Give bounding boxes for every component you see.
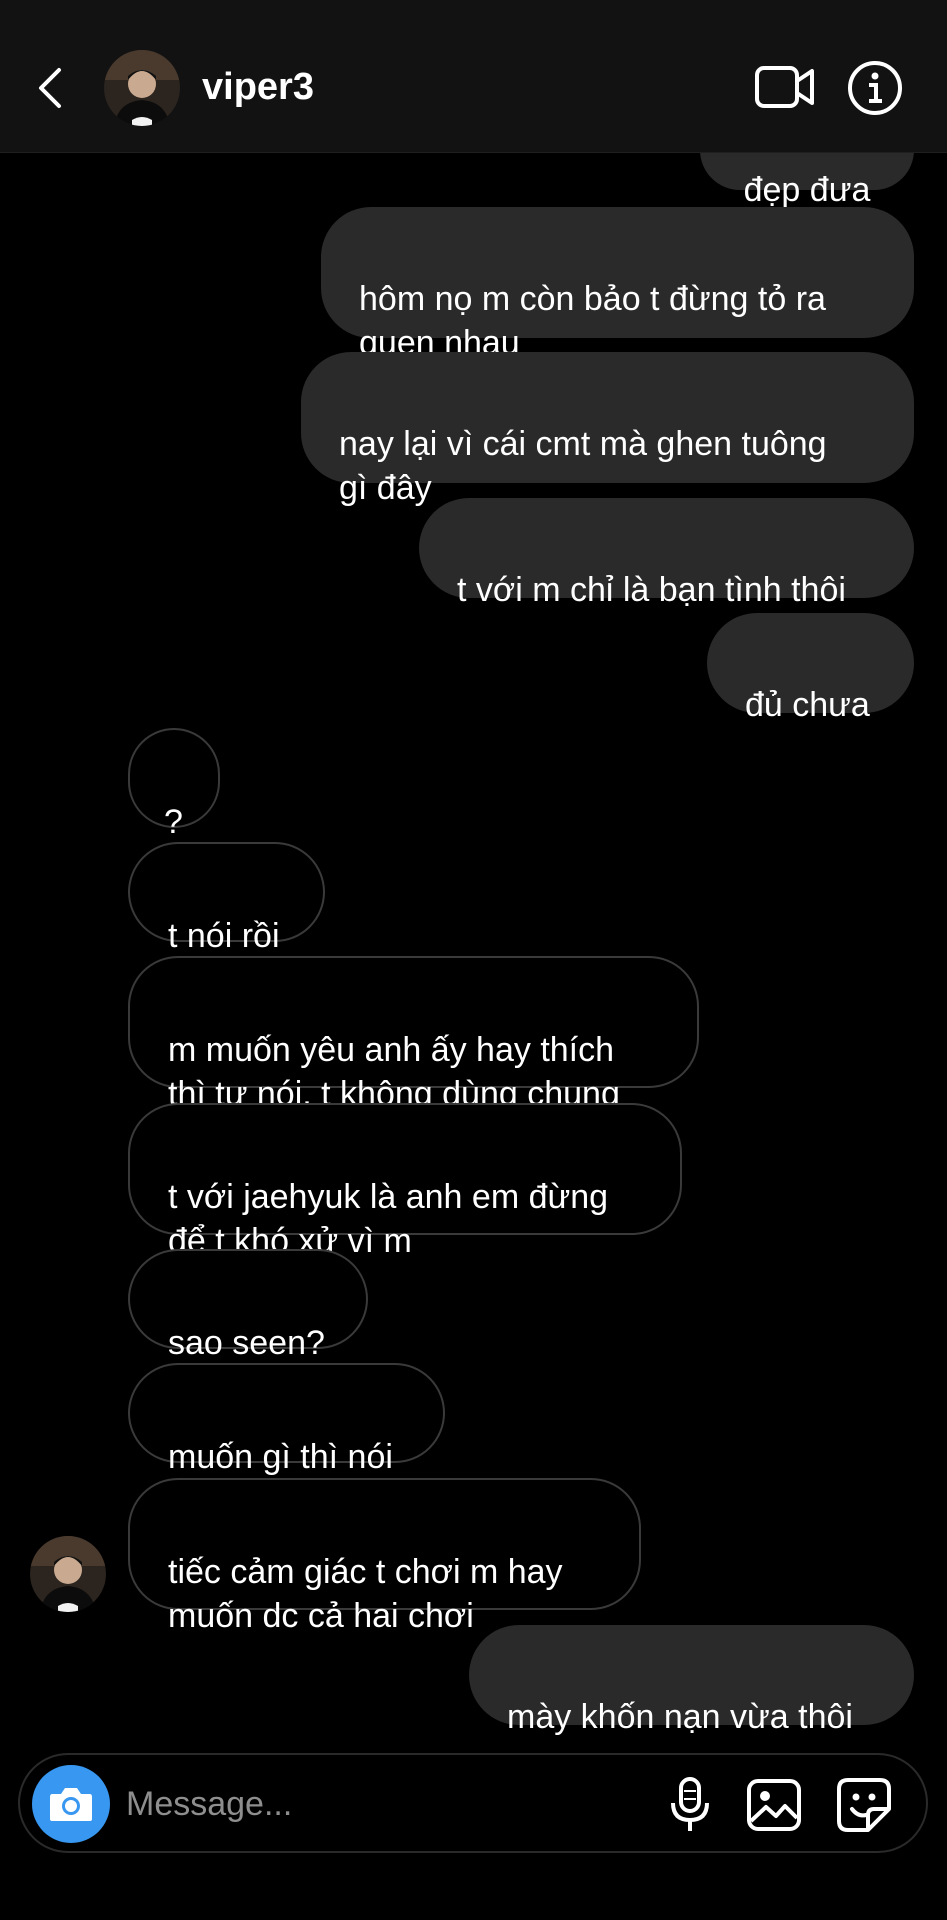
- chat-username[interactable]: viper3: [202, 62, 314, 112]
- gallery-button[interactable]: [744, 1775, 804, 1835]
- camera-icon: [50, 1788, 92, 1821]
- sender-avatar[interactable]: [30, 1536, 106, 1612]
- sticker-icon: [837, 1778, 891, 1832]
- video-call-button[interactable]: [754, 60, 816, 114]
- camera-button[interactable]: [32, 1765, 110, 1843]
- message-outgoing[interactable]: hôm nọ m còn bảo t đừng tỏ ra quen nhau: [321, 207, 914, 362]
- message-incoming[interactable]: sao seen?: [128, 1249, 368, 1362]
- message-text: muốn gì thì nói: [168, 1438, 393, 1476]
- message-incoming[interactable]: t nói rồi: [128, 842, 325, 955]
- message-text: m muốn yêu anh ấy hay thích thì tự nói, …: [168, 1031, 620, 1113]
- message-incoming[interactable]: t với jaehyuk là anh em đừng để t khó xử…: [128, 1103, 682, 1260]
- microphone-icon: [671, 1777, 709, 1831]
- message-incoming[interactable]: ?: [128, 728, 220, 841]
- message-text: tiếc cảm giác t chơi m hay muốn dc cả ha…: [168, 1553, 563, 1635]
- message-input[interactable]: [124, 1773, 548, 1835]
- message-text: ?: [164, 803, 183, 841]
- message-outgoing[interactable]: nay lại vì cái cmt mà ghen tuông gì đây: [301, 352, 914, 507]
- avatar-image: [104, 50, 180, 126]
- info-button[interactable]: [847, 60, 903, 116]
- message-text: hôm nọ m còn bảo t đừng tỏ ra quen nhau: [359, 280, 826, 362]
- message-incoming[interactable]: tiếc cảm giác t chơi m hay muốn dc cả ha…: [128, 1478, 641, 1635]
- message-text: đẹp đưa: [743, 171, 871, 209]
- message-composer: [18, 1753, 928, 1853]
- back-icon: [39, 68, 61, 108]
- message-text: t nói rồi: [168, 917, 280, 955]
- message-incoming[interactable]: muốn gì thì nói: [128, 1363, 445, 1476]
- message-text: t với m chỉ là bạn tình thôi: [457, 571, 846, 609]
- info-icon: [848, 61, 902, 115]
- message-thread: đẹp đưa hôm nọ m còn bảo t đừng tỏ ra qu…: [0, 0, 947, 1920]
- message-text: t với jaehyuk là anh em đừng để t khó xử…: [168, 1178, 609, 1260]
- microphone-button[interactable]: [660, 1775, 720, 1835]
- message-outgoing[interactable]: t với m chỉ là bạn tình thôi: [419, 498, 914, 609]
- message-outgoing[interactable]: đủ chưa: [707, 613, 914, 724]
- avatar-image: [30, 1536, 106, 1612]
- message-text: sao seen?: [168, 1324, 325, 1362]
- back-button[interactable]: [30, 58, 70, 118]
- message-text: nay lại vì cái cmt mà ghen tuông gì đây: [339, 425, 827, 507]
- chat-header: viper3: [0, 0, 947, 153]
- video-call-icon: [755, 66, 814, 108]
- message-text: mày khốn nạn vừa thôi: [507, 1698, 853, 1736]
- message-text: đủ chưa: [745, 686, 870, 724]
- message-incoming[interactable]: m muốn yêu anh ấy hay thích thì tự nói, …: [128, 956, 699, 1113]
- avatar[interactable]: [104, 50, 180, 126]
- gallery-icon: [747, 1779, 801, 1831]
- message-outgoing[interactable]: mày khốn nạn vừa thôi: [469, 1625, 914, 1736]
- sticker-button[interactable]: [834, 1775, 894, 1835]
